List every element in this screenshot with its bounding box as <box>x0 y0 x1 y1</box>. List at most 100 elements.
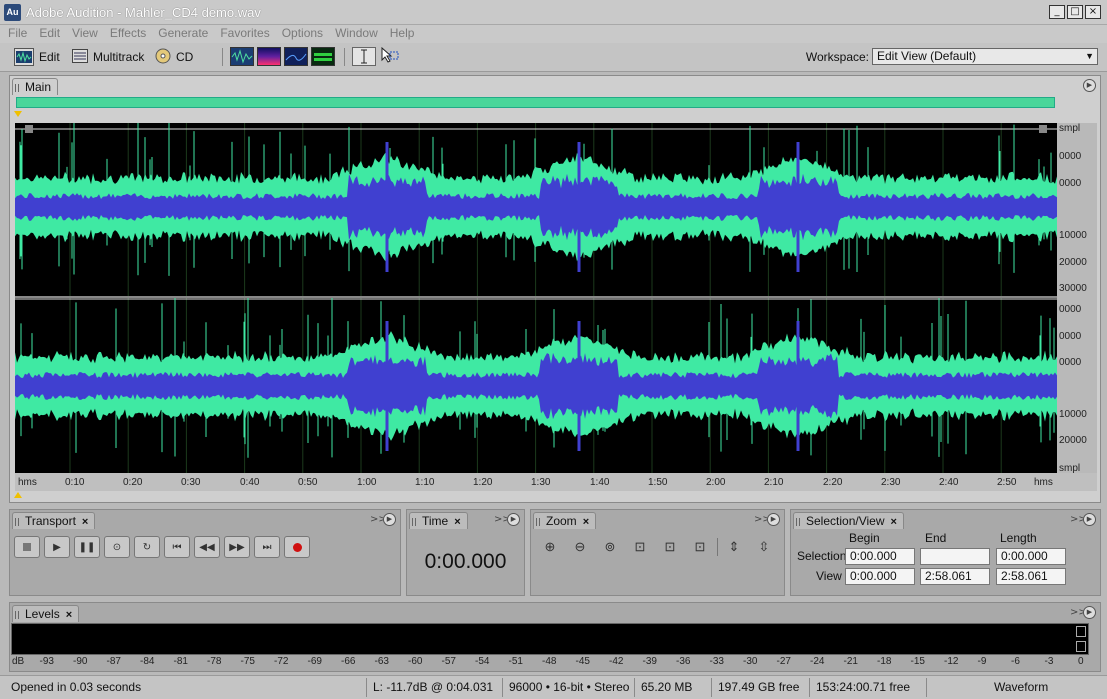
tab-selection-view[interactable]: Selection/View × <box>793 512 904 529</box>
panel-menu-button[interactable]: >> ▶ <box>370 513 396 527</box>
multitrack-button[interactable]: Multitrack <box>72 46 144 68</box>
waveform-view-button[interactable] <box>230 47 254 66</box>
fast-forward-button[interactable]: ▶▶ <box>224 536 250 558</box>
selection-length-field[interactable]: 0:00.000 <box>996 548 1066 565</box>
tab-time-label: Time <box>422 514 449 528</box>
view-end-field[interactable]: 2:58.061 <box>920 568 990 585</box>
clip-indicator-right[interactable] <box>1076 641 1086 652</box>
close-icon[interactable]: × <box>82 516 88 528</box>
db-tick: -15 <box>910 656 925 667</box>
grip-icon <box>796 518 802 526</box>
time-tick: 2:40 <box>939 477 959 488</box>
close-icon[interactable]: × <box>66 609 72 621</box>
db-tick: -90 <box>73 656 88 667</box>
maximize-button[interactable]: □ <box>1067 5 1083 19</box>
close-icon[interactable]: × <box>891 516 897 528</box>
go-to-start-button[interactable]: ⏮ <box>164 536 190 558</box>
status-message: Opened in 0.03 seconds <box>11 680 142 694</box>
loop-button[interactable]: ↻ <box>134 536 160 558</box>
selection-begin-field[interactable]: 0:00.000 <box>845 548 915 565</box>
menu-edit[interactable]: Edit <box>39 25 60 43</box>
view-length-field[interactable]: 2:58.061 <box>996 568 1066 585</box>
panel-menu-icon: ▶ <box>1083 79 1096 92</box>
amp-label: 10000 <box>1059 230 1087 241</box>
zoom-in-vertical-icon: ⇕ <box>728 539 740 554</box>
tab-selection-view-label: Selection/View <box>806 514 885 528</box>
time-selection-tool[interactable] <box>352 47 376 66</box>
clip-indicator-left[interactable] <box>1076 626 1086 637</box>
waveform-display[interactable] <box>15 120 1057 473</box>
status-free-space: 197.49 GB free <box>718 680 800 694</box>
time-tick: 0:30 <box>181 477 201 488</box>
menu-generate[interactable]: Generate <box>158 25 208 43</box>
pan-view-button[interactable] <box>311 47 335 66</box>
length-header: Length <box>1000 531 1037 545</box>
play-button[interactable]: ▶ <box>44 536 70 558</box>
zoom-out-full-button[interactable]: ⊚ <box>597 536 623 558</box>
rewind-button[interactable]: ◀◀ <box>194 536 220 558</box>
close-icon[interactable]: × <box>583 516 589 528</box>
playhead-bottom-marker[interactable] <box>14 492 22 498</box>
close-button[interactable]: × <box>1085 5 1101 19</box>
tab-time[interactable]: Time × <box>409 512 468 529</box>
menu-file[interactable]: File <box>8 25 27 43</box>
spectral-view-button[interactable] <box>257 47 281 66</box>
stop-button[interactable] <box>14 536 40 558</box>
menu-effects[interactable]: Effects <box>110 25 146 43</box>
zoom-to-selection-button[interactable]: ⊡ <box>627 536 653 558</box>
time-ruler[interactable]: hms 0:10 0:20 0:30 0:40 0:50 1:00 1:10 1… <box>15 473 1097 491</box>
zoom-in-vertical-button[interactable]: ⇕ <box>721 536 747 558</box>
play-icon: ▶ <box>53 541 61 553</box>
db-tick: -21 <box>843 656 858 667</box>
menu-favorites[interactable]: Favorites <box>220 25 269 43</box>
fade-out-handle <box>1039 125 1047 133</box>
db-tick: -66 <box>341 656 356 667</box>
edit-view-button[interactable]: Edit <box>14 46 60 68</box>
tab-levels[interactable]: Levels × <box>12 605 80 622</box>
play-to-end-button[interactable]: ⊙ <box>104 536 130 558</box>
tab-main[interactable]: Main <box>12 78 59 95</box>
time-tick: hms <box>18 477 37 488</box>
workspace-dropdown[interactable]: Edit View (Default) ▼ <box>872 48 1098 65</box>
zoom-out-horizontal-button[interactable]: ⊖ <box>567 536 593 558</box>
record-button[interactable] <box>284 536 310 558</box>
panel-menu-button[interactable]: >> ▶ <box>754 513 780 527</box>
cd-button[interactable]: CD <box>155 46 193 68</box>
tab-zoom[interactable]: Zoom × <box>533 512 597 529</box>
go-to-end-button[interactable]: ⏭ <box>254 536 280 558</box>
selection-end-field[interactable] <box>920 548 990 565</box>
minimize-button[interactable]: _ <box>1049 5 1065 19</box>
tab-levels-label: Levels <box>25 607 60 621</box>
pause-button[interactable]: ❚❚ <box>74 536 100 558</box>
selection-label: Selection <box>797 549 847 563</box>
tab-transport[interactable]: Transport × <box>12 512 96 529</box>
view-label: View <box>816 569 842 583</box>
panel-menu-icon: ▶ <box>1083 606 1096 619</box>
amp-label: 0000 <box>1059 331 1082 342</box>
levels-panel: Levels × >> ▶ dB -93 -90 -87 -84 -81 -78 -75 -72 -6… <box>9 602 1101 672</box>
status-view-mode: Waveform <box>994 680 1049 694</box>
zoom-to-left-edge-button[interactable]: ⊡ <box>657 536 683 558</box>
menu-window[interactable]: Window <box>335 25 378 43</box>
title-bar: Au Adobe Audition - Mahler_CD4 demo.wav … <box>0 0 1107 25</box>
view-begin-field[interactable]: 0:00.000 <box>845 568 915 585</box>
overview-bar[interactable] <box>16 97 1055 108</box>
close-icon[interactable]: × <box>454 516 460 528</box>
marquee-selection-tool[interactable] <box>379 46 403 66</box>
zoom-to-right-edge-button[interactable]: ⊡ <box>687 536 713 558</box>
panel-menu-button[interactable]: >> ▶ <box>1070 513 1096 527</box>
playhead-top-marker[interactable] <box>14 111 22 117</box>
phase-view-button[interactable] <box>284 47 308 66</box>
menu-options[interactable]: Options <box>282 25 323 43</box>
panel-menu-button[interactable]: >> ▶ <box>494 513 520 527</box>
panel-menu-button[interactable]: ▶ <box>1070 79 1096 93</box>
panel-menu-button[interactable]: >> ▶ <box>1070 606 1096 620</box>
zoom-in-horizontal-button[interactable]: ⊕ <box>537 536 563 558</box>
menu-help[interactable]: Help <box>390 25 415 43</box>
pause-icon: ❚❚ <box>78 541 96 553</box>
amp-label: 0000 <box>1059 304 1082 315</box>
menu-view[interactable]: View <box>72 25 98 43</box>
zoom-out-vertical-button[interactable]: ⇳ <box>751 536 777 558</box>
db-tick: dB <box>12 656 25 667</box>
time-panel: Time × >> ▶ 0:00.000 <box>406 509 525 596</box>
